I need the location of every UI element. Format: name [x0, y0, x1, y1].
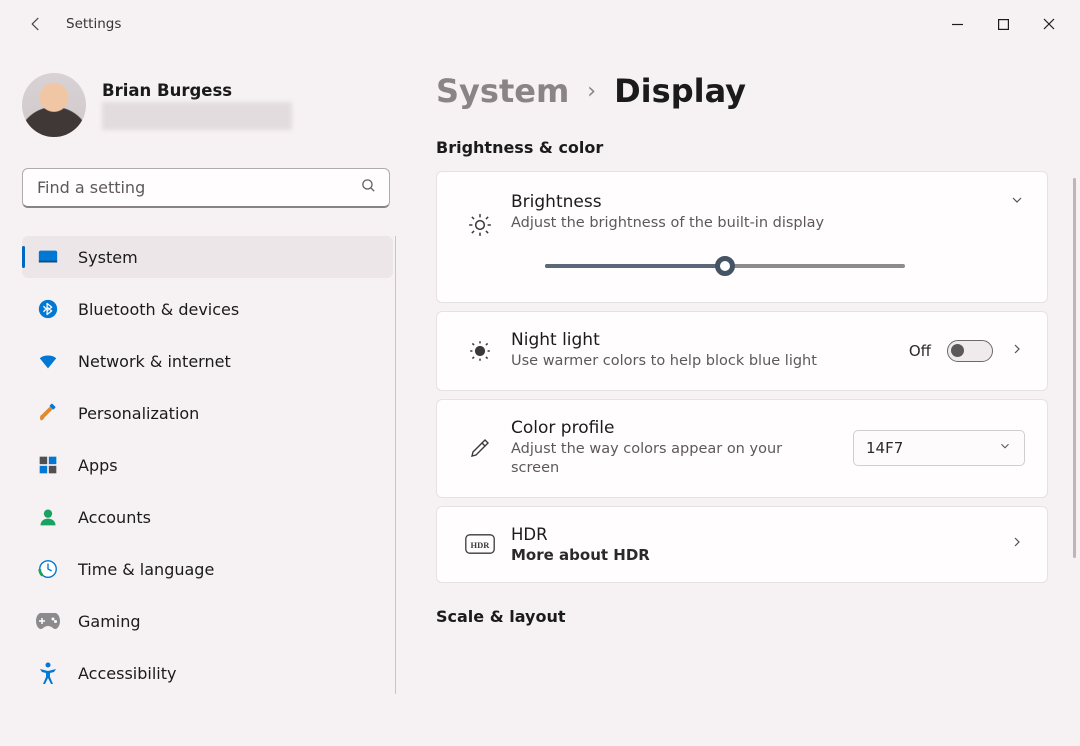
sidebar-item-label: Time & language: [78, 560, 214, 579]
profile-block[interactable]: Brian Burgess: [22, 60, 400, 150]
search-box[interactable]: [22, 168, 390, 208]
color-profile-desc: Adjust the way colors appear on your scr…: [511, 440, 831, 479]
person-icon: [36, 505, 60, 529]
hdr-more-link[interactable]: More about HDR: [511, 546, 1009, 564]
sidebar-item-accounts[interactable]: Accounts: [22, 496, 393, 538]
sidebar-item-label: Personalization: [78, 404, 199, 423]
sidebar-item-personalization[interactable]: Personalization: [22, 392, 393, 434]
sidebar-item-label: Accounts: [78, 508, 151, 527]
color-profile-selected: 14F7: [866, 439, 903, 457]
brightness-card[interactable]: Brightness Adjust the brightness of the …: [436, 171, 1048, 303]
breadcrumb-parent[interactable]: System: [436, 72, 569, 110]
sidebar-item-bluetooth[interactable]: Bluetooth & devices: [22, 288, 393, 330]
chevron-down-icon: [998, 439, 1012, 457]
sidebar-item-label: Apps: [78, 456, 118, 475]
paintbrush-icon: [36, 401, 60, 425]
brightness-desc: Adjust the brightness of the built-in di…: [511, 214, 1009, 234]
titlebar: Settings: [0, 0, 1080, 48]
close-button[interactable]: [1026, 8, 1072, 40]
sidebar-item-label: Network & internet: [78, 352, 231, 371]
night-light-title: Night light: [511, 330, 909, 350]
night-light-toggle[interactable]: [947, 340, 993, 362]
avatar: [22, 73, 86, 137]
apps-icon: [36, 453, 60, 477]
brightness-slider[interactable]: [545, 256, 905, 276]
slider-thumb[interactable]: [715, 256, 735, 276]
gamepad-icon: [36, 609, 60, 633]
clock-globe-icon: [36, 557, 60, 581]
night-light-icon: [459, 338, 501, 364]
chevron-right-icon[interactable]: [1009, 534, 1025, 554]
color-profile-title: Color profile: [511, 418, 853, 438]
window-controls: [934, 8, 1072, 40]
nav-list: System Bluetooth & devices Network & int…: [22, 236, 396, 694]
profile-email-redacted: [102, 102, 292, 130]
search-input[interactable]: [35, 177, 360, 198]
brightness-title: Brightness: [511, 192, 1009, 212]
sidebar-item-gaming[interactable]: Gaming: [22, 600, 393, 642]
hdr-icon: HDR: [459, 534, 501, 554]
hdr-card[interactable]: HDR HDR More about HDR: [436, 506, 1048, 583]
chevron-right-icon: ›: [587, 79, 596, 104]
section-heading-scale: Scale & layout: [436, 607, 1048, 626]
wifi-icon: [36, 349, 60, 373]
breadcrumb-current: Display: [614, 72, 746, 110]
sidebar-item-network[interactable]: Network & internet: [22, 340, 393, 382]
svg-text:HDR: HDR: [471, 540, 491, 550]
minimize-button[interactable]: [934, 8, 980, 40]
display-icon: [36, 245, 60, 269]
sidebar-item-apps[interactable]: Apps: [22, 444, 393, 486]
accessibility-icon: [36, 661, 60, 685]
maximize-icon: [998, 19, 1009, 30]
chevron-down-icon[interactable]: [1009, 192, 1025, 212]
color-profile-select[interactable]: 14F7: [853, 430, 1025, 466]
chevron-right-icon[interactable]: [1009, 341, 1025, 361]
close-icon: [1043, 18, 1055, 30]
slider-fill: [545, 264, 725, 268]
night-light-card[interactable]: Night light Use warmer colors to help bl…: [436, 311, 1048, 391]
sidebar-item-label: Gaming: [78, 612, 141, 631]
back-button[interactable]: [20, 8, 52, 40]
breadcrumb: System › Display: [436, 72, 1048, 110]
sidebar: Brian Burgess System Bluetooth & devic: [0, 48, 400, 746]
sidebar-item-accessibility[interactable]: Accessibility: [22, 652, 393, 694]
night-light-state-label: Off: [909, 342, 931, 360]
bluetooth-icon: [36, 297, 60, 321]
section-heading-brightness: Brightness & color: [436, 138, 1048, 157]
sidebar-item-system[interactable]: System: [22, 236, 393, 278]
sidebar-item-label: System: [78, 248, 138, 267]
arrow-left-icon: [27, 15, 45, 33]
main-content: System › Display Brightness & color Brig…: [400, 48, 1080, 746]
profile-name: Brian Burgess: [102, 81, 292, 100]
sidebar-item-label: Bluetooth & devices: [78, 300, 239, 319]
minimize-icon: [952, 19, 963, 30]
sidebar-item-label: Accessibility: [78, 664, 176, 683]
scrollbar[interactable]: [1073, 178, 1076, 558]
night-light-desc: Use warmer colors to help block blue lig…: [511, 352, 831, 372]
sun-icon: [459, 212, 501, 238]
color-profile-card[interactable]: Color profile Adjust the way colors appe…: [436, 399, 1048, 498]
sidebar-item-time[interactable]: Time & language: [22, 548, 393, 590]
window-title: Settings: [66, 16, 121, 32]
search-icon: [360, 177, 377, 198]
eyedropper-icon: [459, 436, 501, 460]
hdr-title: HDR: [511, 525, 1009, 544]
maximize-button[interactable]: [980, 8, 1026, 40]
